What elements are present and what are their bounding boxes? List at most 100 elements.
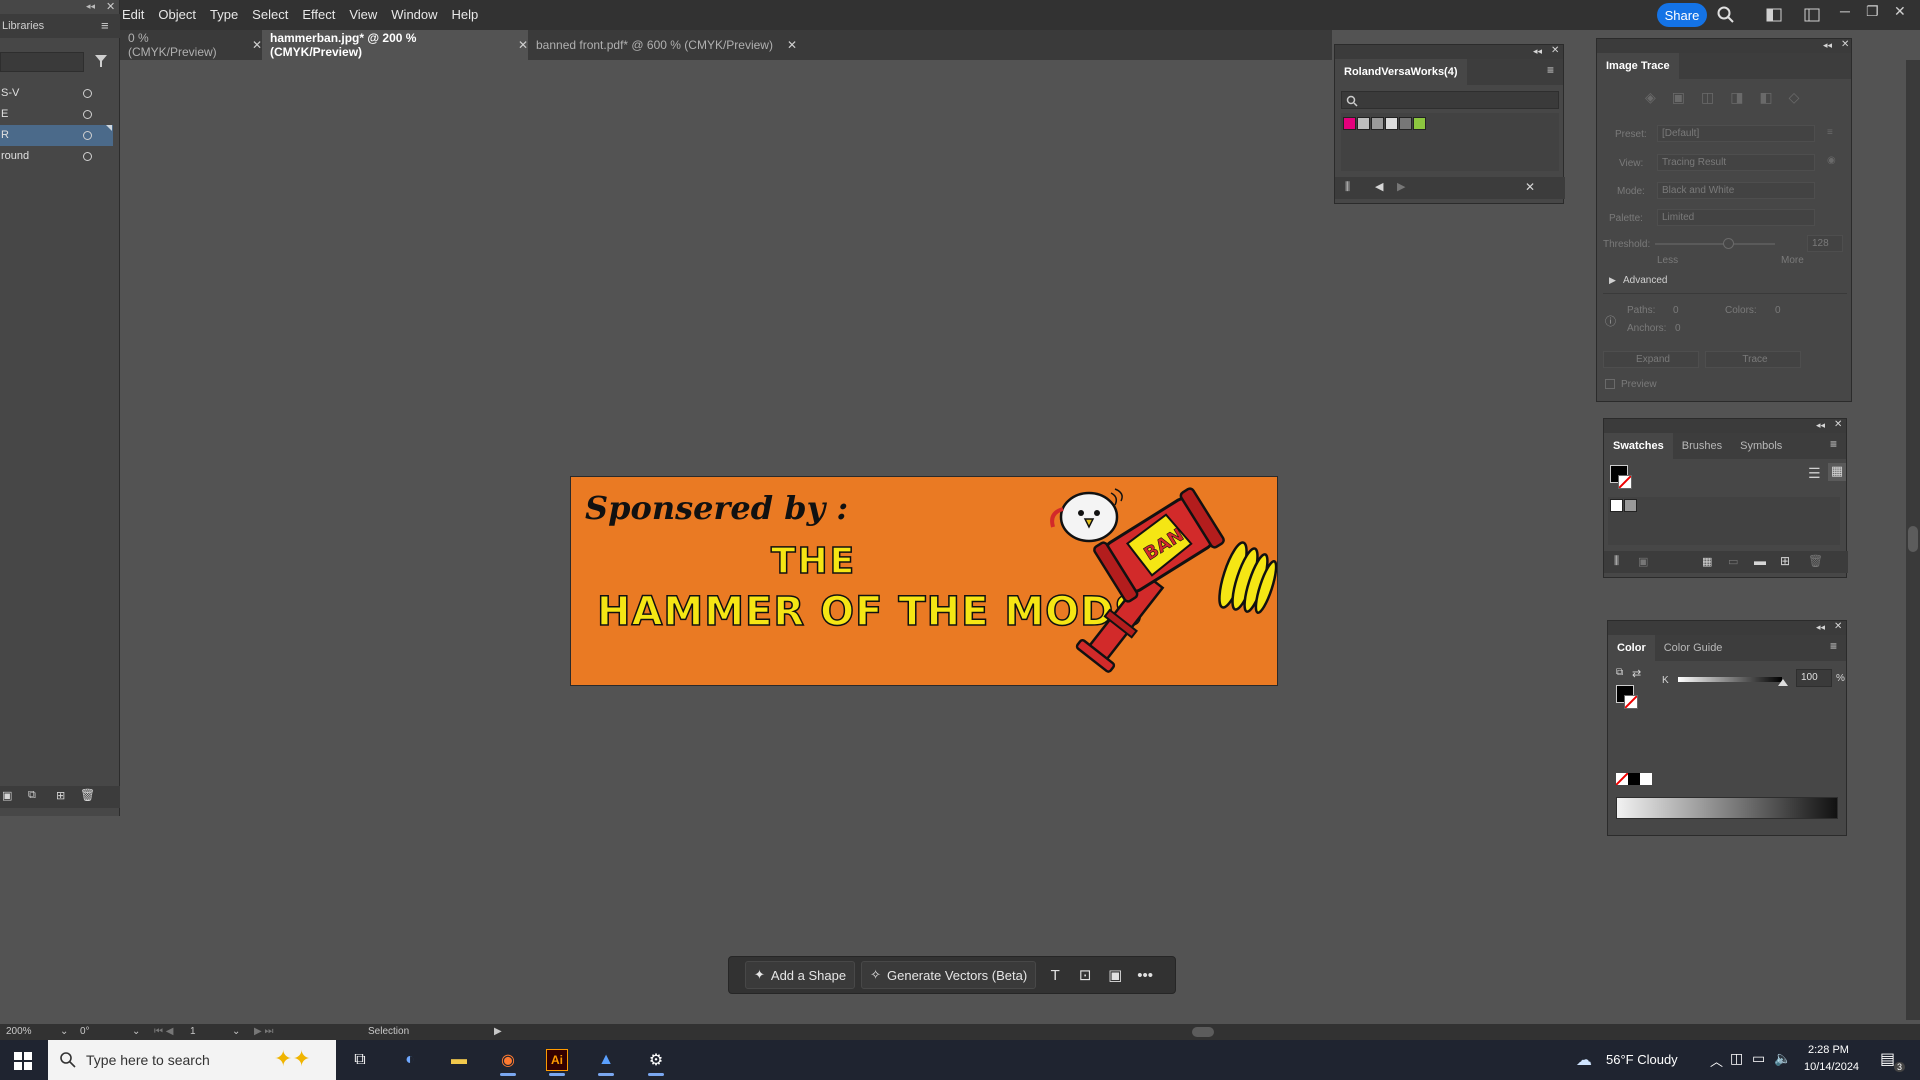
image-trace-icon[interactable]: ▣ <box>1102 966 1128 984</box>
menu-select[interactable]: Select <box>252 7 288 22</box>
horizontal-scrollbar-thumb[interactable] <box>1192 1027 1214 1037</box>
k-slider-track[interactable] <box>1678 677 1782 682</box>
volume-icon[interactable]: 🔈 <box>1774 1050 1791 1067</box>
tab-color-guide[interactable]: Color Guide <box>1655 635 1732 661</box>
generate-vectors-button[interactable]: ✧ Generate Vectors (Beta) <box>861 961 1037 989</box>
stroke-swatch[interactable] <box>1624 695 1638 709</box>
taskbar-search-input[interactable]: Type here to search ✦✦ <box>48 1040 336 1080</box>
folder-icon[interactable]: ▬ <box>1754 554 1766 568</box>
preset-menu-icon[interactable]: ≡ <box>1827 127 1833 138</box>
palette-select[interactable]: Limited <box>1657 209 1815 226</box>
search-icon[interactable] <box>1717 6 1735 24</box>
zoom-value[interactable]: 200% <box>6 1026 32 1037</box>
last-artboard-icon[interactable]: ▶ ⏭ <box>254 1026 273 1037</box>
advanced-toggle-icon[interactable]: ▶ <box>1609 275 1616 286</box>
threshold-input[interactable]: 128 <box>1807 235 1843 252</box>
target-circle-icon[interactable] <box>83 89 92 98</box>
panel-close-icon[interactable]: ✕ <box>106 0 115 13</box>
first-artboard-icon[interactable]: ⏮ ◀ <box>154 1026 173 1037</box>
network-icon[interactable]: ▭ <box>1752 1050 1765 1067</box>
collapse-icon[interactable]: ◂◂ <box>86 1 95 12</box>
new-swatch-icon[interactable]: ⊞ <box>1780 554 1790 568</box>
default-colors-icon[interactable]: ⧉ <box>1616 667 1623 678</box>
delete-icon[interactable]: 🗑 <box>80 788 95 802</box>
swatch[interactable] <box>1385 117 1398 130</box>
layer-row[interactable]: round <box>0 146 113 167</box>
tab-close-icon[interactable]: ✕ <box>518 38 528 52</box>
view-select[interactable]: Tracing Result <box>1657 154 1815 171</box>
illustrator-icon[interactable]: Ai <box>537 1044 577 1076</box>
clock-time[interactable]: 2:28 PM <box>1808 1044 1849 1056</box>
tools-icon[interactable]: ✕ <box>1525 180 1535 194</box>
collapse-icon[interactable]: ◂◂ <box>1816 420 1825 431</box>
arrange-documents-icon[interactable] <box>1766 8 1782 22</box>
white-color-button[interactable] <box>1640 773 1652 785</box>
share-button[interactable]: Share <box>1657 3 1707 27</box>
library-icon[interactable]: ⫼ <box>1345 181 1350 194</box>
tab-close-icon[interactable]: ✕ <box>252 38 262 52</box>
advanced-label[interactable]: Advanced <box>1623 275 1667 286</box>
next-icon[interactable]: ▶ <box>1397 180 1405 193</box>
status-arrow-icon[interactable]: ▶ <box>494 1026 502 1037</box>
preset-select[interactable]: [Default] <box>1657 125 1815 142</box>
layer-row[interactable]: S-V <box>0 83 113 104</box>
tab-color[interactable]: Color <box>1608 635 1655 661</box>
tab-close-icon[interactable]: ✕ <box>787 38 797 52</box>
library-icon[interactable]: ⫼ <box>1614 555 1619 568</box>
none-swatch[interactable] <box>1610 499 1623 512</box>
more-options-icon[interactable]: ••• <box>1132 967 1158 984</box>
threshold-slider-track[interactable] <box>1655 243 1775 245</box>
threshold-slider-thumb[interactable] <box>1723 238 1734 249</box>
file-explorer-icon[interactable]: ▬ <box>439 1044 479 1076</box>
zoom-dropdown-icon[interactable]: ⌄ <box>60 1026 68 1037</box>
filter-icon[interactable] <box>94 54 108 68</box>
task-view-icon[interactable]: ⧉ <box>340 1044 380 1076</box>
rotation-value[interactable]: 0° <box>80 1026 90 1037</box>
clipping-mask-icon[interactable]: ⧉ <box>28 789 36 802</box>
list-view-icon[interactable]: ☰ <box>1808 465 1821 482</box>
menu-object[interactable]: Object <box>158 7 196 22</box>
panel-menu-icon[interactable]: ≡ <box>1547 63 1554 77</box>
target-circle-icon[interactable] <box>83 131 92 140</box>
target-circle-icon[interactable] <box>83 110 92 119</box>
layer-row-selected[interactable]: R <box>0 125 113 146</box>
close-icon[interactable]: ✕ <box>1894 3 1906 20</box>
restore-icon[interactable]: ❐ <box>1866 3 1879 20</box>
menu-edit[interactable]: Edit <box>122 7 144 22</box>
expand-button[interactable]: Expand <box>1603 351 1699 368</box>
swatch-search-input[interactable] <box>1341 91 1559 109</box>
notification-icon[interactable]: ▤ <box>1880 1049 1895 1069</box>
prev-icon[interactable]: ◀ <box>1375 180 1383 193</box>
menu-help[interactable]: Help <box>452 7 479 22</box>
artboard-dropdown-icon[interactable]: ⌄ <box>232 1026 240 1037</box>
k-value-input[interactable]: 100 <box>1796 669 1832 687</box>
vertical-scrollbar-thumb[interactable] <box>1908 526 1918 552</box>
photos-icon[interactable]: ▲ <box>586 1044 626 1076</box>
panel-menu-icon[interactable]: ≡ <box>1830 639 1837 653</box>
target-circle-icon[interactable] <box>83 152 92 161</box>
layer-search-input[interactable] <box>0 52 84 72</box>
swatch-kind-icon[interactable]: ▣ <box>1638 555 1648 568</box>
panel-menu-icon[interactable]: ≡ <box>1830 437 1837 451</box>
windows-start-icon[interactable] <box>14 1052 32 1070</box>
doc-tab-hammerban[interactable]: hammerban.jpg* @ 200 % (CMYK/Preview) ✕ <box>262 30 528 60</box>
tray-chevron-icon[interactable]: ︿ <box>1710 1051 1723 1070</box>
copilot-icon[interactable]: ◐ <box>390 1044 430 1076</box>
rotation-dropdown-icon[interactable]: ⌄ <box>132 1026 140 1037</box>
artboard-banner[interactable]: Sponsered by : THE HAMMER OF THE MODS BA… <box>570 476 1278 686</box>
minimize-icon[interactable]: ─ <box>1840 3 1850 19</box>
panel-close-icon[interactable]: ✕ <box>1834 621 1842 632</box>
none-color-icon[interactable] <box>1615 772 1629 786</box>
black-color-button[interactable] <box>1628 773 1640 785</box>
eye-icon[interactable]: ◉ <box>1827 155 1836 166</box>
color-spectrum-bar[interactable] <box>1616 797 1838 819</box>
tab-image-trace[interactable]: Image Trace <box>1597 53 1679 79</box>
registration-swatch[interactable] <box>1624 499 1637 512</box>
panel-menu-icon[interactable]: ≡ <box>101 14 109 38</box>
tab-swatches[interactable]: Swatches <box>1604 433 1673 459</box>
swatch[interactable] <box>1343 117 1356 130</box>
menu-window[interactable]: Window <box>391 7 437 22</box>
collapse-icon[interactable]: ◂◂ <box>1823 40 1832 51</box>
stroke-swatch[interactable] <box>1618 475 1632 489</box>
swatch[interactable] <box>1399 117 1412 130</box>
